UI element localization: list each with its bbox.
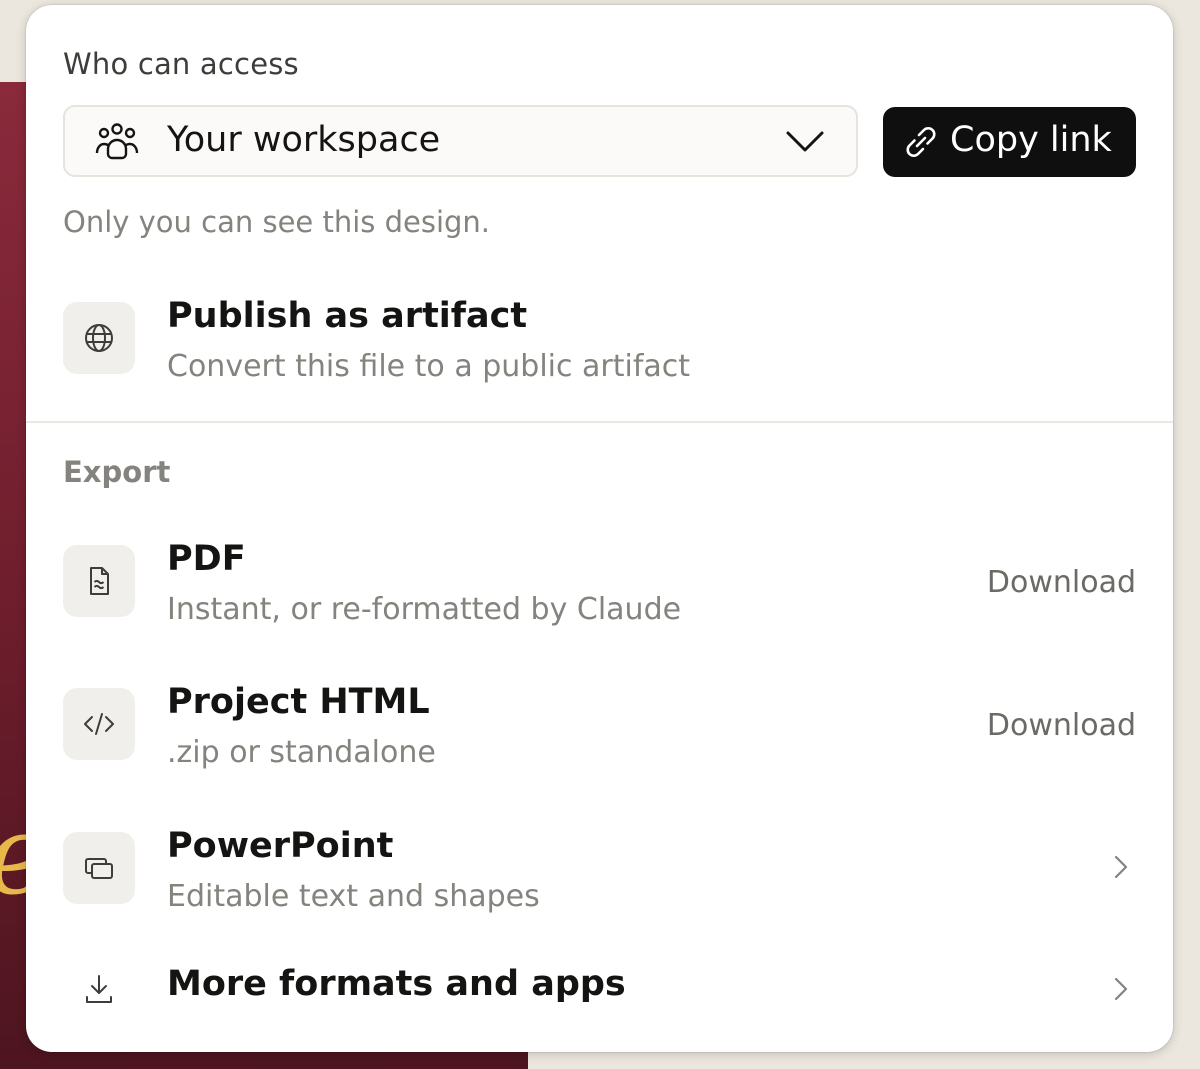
pdf-icon-tile: [63, 545, 135, 617]
copy-link-label: Copy link: [950, 120, 1112, 160]
export-item-title: PowerPoint: [167, 826, 394, 866]
share-export-popover: Who can access Your workspace Copy link …: [26, 5, 1173, 1052]
document-icon: [90, 567, 109, 595]
access-label: Who can access: [63, 47, 299, 81]
powerpoint-icon-tile: [63, 832, 135, 904]
more-formats-title: More formats and apps: [167, 964, 626, 1004]
code-icon: [84, 713, 114, 735]
export-item-pdf[interactable]: PDF Instant, or re-formatted by Claude D…: [63, 539, 1136, 645]
section-divider: [26, 421, 1173, 423]
export-item-html[interactable]: Project HTML .zip or standalone Download: [63, 682, 1136, 788]
export-item-title: PDF: [167, 539, 246, 579]
globe-icon: [85, 324, 113, 352]
chevron-down-icon: [786, 131, 824, 152]
export-section-label: Export: [63, 455, 171, 489]
access-note: Only you can see this design.: [63, 205, 491, 239]
chevron-right-icon: [1114, 855, 1128, 879]
download-html-button[interactable]: Download: [987, 708, 1136, 743]
export-item-powerpoint[interactable]: PowerPoint Editable text and shapes: [63, 826, 1136, 932]
people-icon: [95, 123, 139, 160]
publish-artifact-item[interactable]: Publish as artifact Convert this file to…: [63, 296, 1136, 402]
access-select[interactable]: Your workspace: [63, 105, 858, 177]
export-item-subtitle: Editable text and shapes: [167, 879, 540, 914]
copy-link-button[interactable]: Copy link: [883, 107, 1136, 177]
export-item-subtitle: .zip or standalone: [167, 735, 436, 770]
export-item-subtitle: Instant, or re-formatted by Claude: [167, 592, 682, 627]
download-pdf-button[interactable]: Download: [987, 565, 1136, 600]
publish-subtitle: Convert this file to a public artifact: [167, 349, 691, 384]
publish-icon-tile: [63, 302, 135, 374]
download-icon: [86, 975, 112, 1003]
publish-title: Publish as artifact: [167, 296, 528, 336]
more-formats-item[interactable]: More formats and apps: [63, 962, 1136, 1022]
slides-icon: [85, 858, 113, 879]
chevron-right-icon: [1114, 977, 1128, 1001]
access-select-value: Your workspace: [167, 120, 441, 160]
export-item-title: Project HTML: [167, 682, 430, 722]
html-icon-tile: [63, 688, 135, 760]
link-icon: [906, 127, 936, 157]
